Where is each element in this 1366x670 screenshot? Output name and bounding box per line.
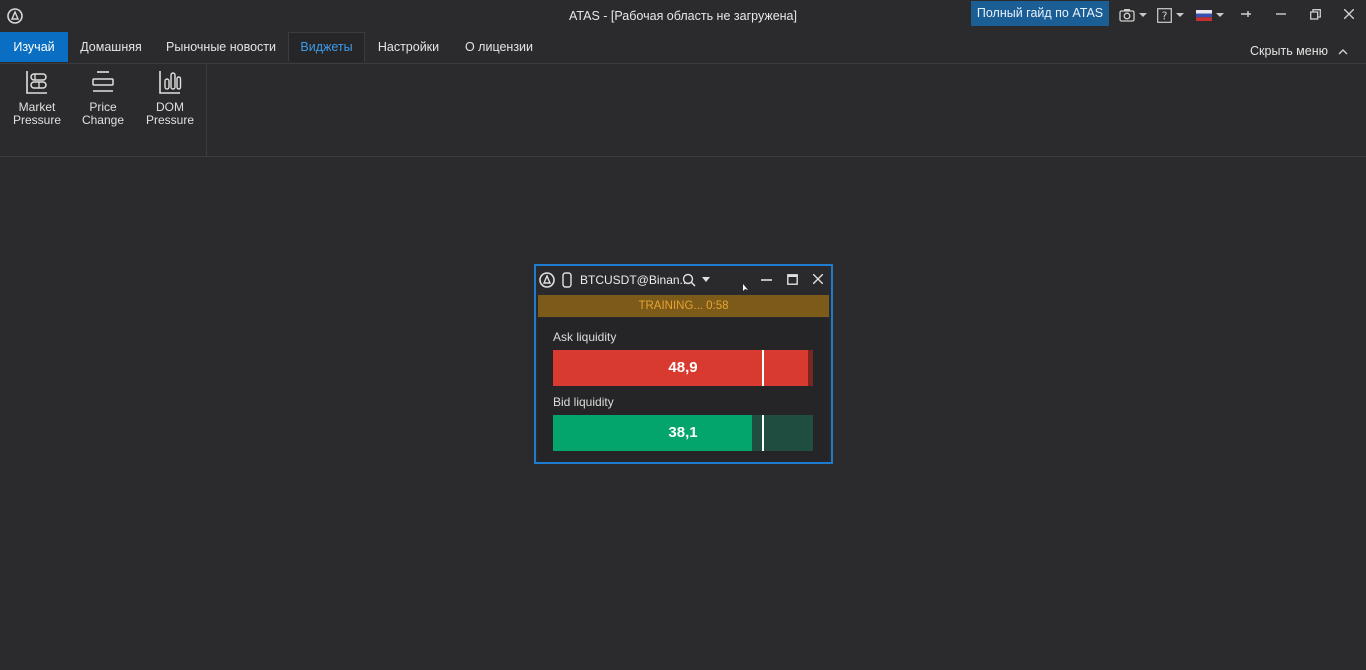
bid-liquidity-value: 38,1 [668, 424, 698, 441]
tab-home[interactable]: Домашняя [68, 32, 154, 62]
ask-liquidity-label: Ask liquidity [553, 330, 617, 344]
chevron-down-icon [1216, 13, 1224, 17]
hide-menu-label: Скрыть меню [1250, 44, 1328, 58]
camera-icon [1119, 9, 1135, 22]
market-pressure-icon [26, 71, 47, 94]
pin-icon [1241, 11, 1251, 17]
atas-logo-icon [539, 272, 555, 288]
search-icon[interactable] [682, 273, 696, 287]
dom-pressure-button[interactable]: DOM Pressure [137, 69, 203, 126]
pin-button[interactable] [1233, 4, 1259, 24]
restore-icon [1309, 8, 1321, 20]
ask-liquidity-bar: 48,9 [553, 350, 813, 386]
ribbon-panel: Market Pressure Price Change DOM Pressur… [0, 63, 1366, 157]
menu-bar: Изучай Домашняя Рыночные новости Виджеты… [0, 32, 1366, 64]
title-bar: ATAS - [Рабочая область не загружена] По… [0, 0, 1366, 32]
screenshot-button[interactable] [1119, 6, 1147, 24]
maximize-icon[interactable] [787, 274, 798, 285]
chevron-down-icon [1176, 13, 1184, 17]
full-guide-button[interactable]: Полный гайд по ATAS [971, 1, 1109, 26]
russian-flag-icon [1196, 9, 1212, 21]
widget-header[interactable]: BTCUSDT@Binan... [536, 266, 831, 294]
minimize-button[interactable] [1268, 4, 1294, 24]
dom-pressure-label: DOM Pressure [145, 100, 195, 127]
market-pressure-label: Market Pressure [12, 100, 62, 127]
price-change-label: Price Change [81, 100, 125, 127]
tab-market-news[interactable]: Рыночные новости [154, 32, 288, 62]
atas-logo-icon[interactable] [7, 8, 23, 24]
help-button[interactable]: ? [1157, 6, 1184, 24]
language-button[interactable] [1196, 6, 1224, 24]
price-change-icon [92, 71, 114, 92]
bid-liquidity-bar: 38,1 [553, 415, 813, 451]
ask-liquidity-value: 48,9 [668, 359, 698, 376]
chevron-up-icon [1338, 48, 1348, 54]
restore-button[interactable] [1302, 4, 1328, 24]
close-icon[interactable] [813, 274, 823, 284]
market-pressure-button[interactable]: Market Pressure [4, 69, 70, 126]
bid-liquidity-label: Bid liquidity [553, 395, 614, 409]
tab-settings[interactable]: Настройки [365, 32, 452, 62]
minimize-icon [1276, 13, 1286, 15]
ribbon-divider [206, 63, 207, 156]
dom-pressure-icon [159, 71, 182, 94]
close-button[interactable] [1336, 4, 1362, 24]
tab-widgets[interactable]: Виджеты [288, 32, 365, 62]
minimize-icon[interactable] [761, 275, 772, 285]
dom-pressure-widget[interactable]: BTCUSDT@Binan... TRAINING... 0:58 Ask li… [534, 264, 833, 464]
link-icon[interactable] [562, 272, 572, 288]
tab-license[interactable]: О лицензии [452, 32, 546, 62]
widget-body: Ask liquidity 48,9 Bid liquidity 38,1 [538, 318, 829, 462]
chevron-down-icon[interactable] [702, 277, 710, 282]
training-status: TRAINING... 0:58 [538, 295, 829, 317]
widget-symbol[interactable]: BTCUSDT@Binan... [580, 273, 690, 287]
price-change-button[interactable]: Price Change [70, 69, 136, 126]
close-icon [1344, 9, 1354, 19]
svg-text:?: ? [1162, 9, 1168, 22]
chevron-down-icon [1139, 13, 1147, 17]
hide-menu-button[interactable]: Скрыть меню [1250, 44, 1348, 58]
help-icon: ? [1157, 7, 1172, 23]
tab-learn[interactable]: Изучай [0, 32, 68, 62]
cursor-icon [743, 284, 748, 291]
